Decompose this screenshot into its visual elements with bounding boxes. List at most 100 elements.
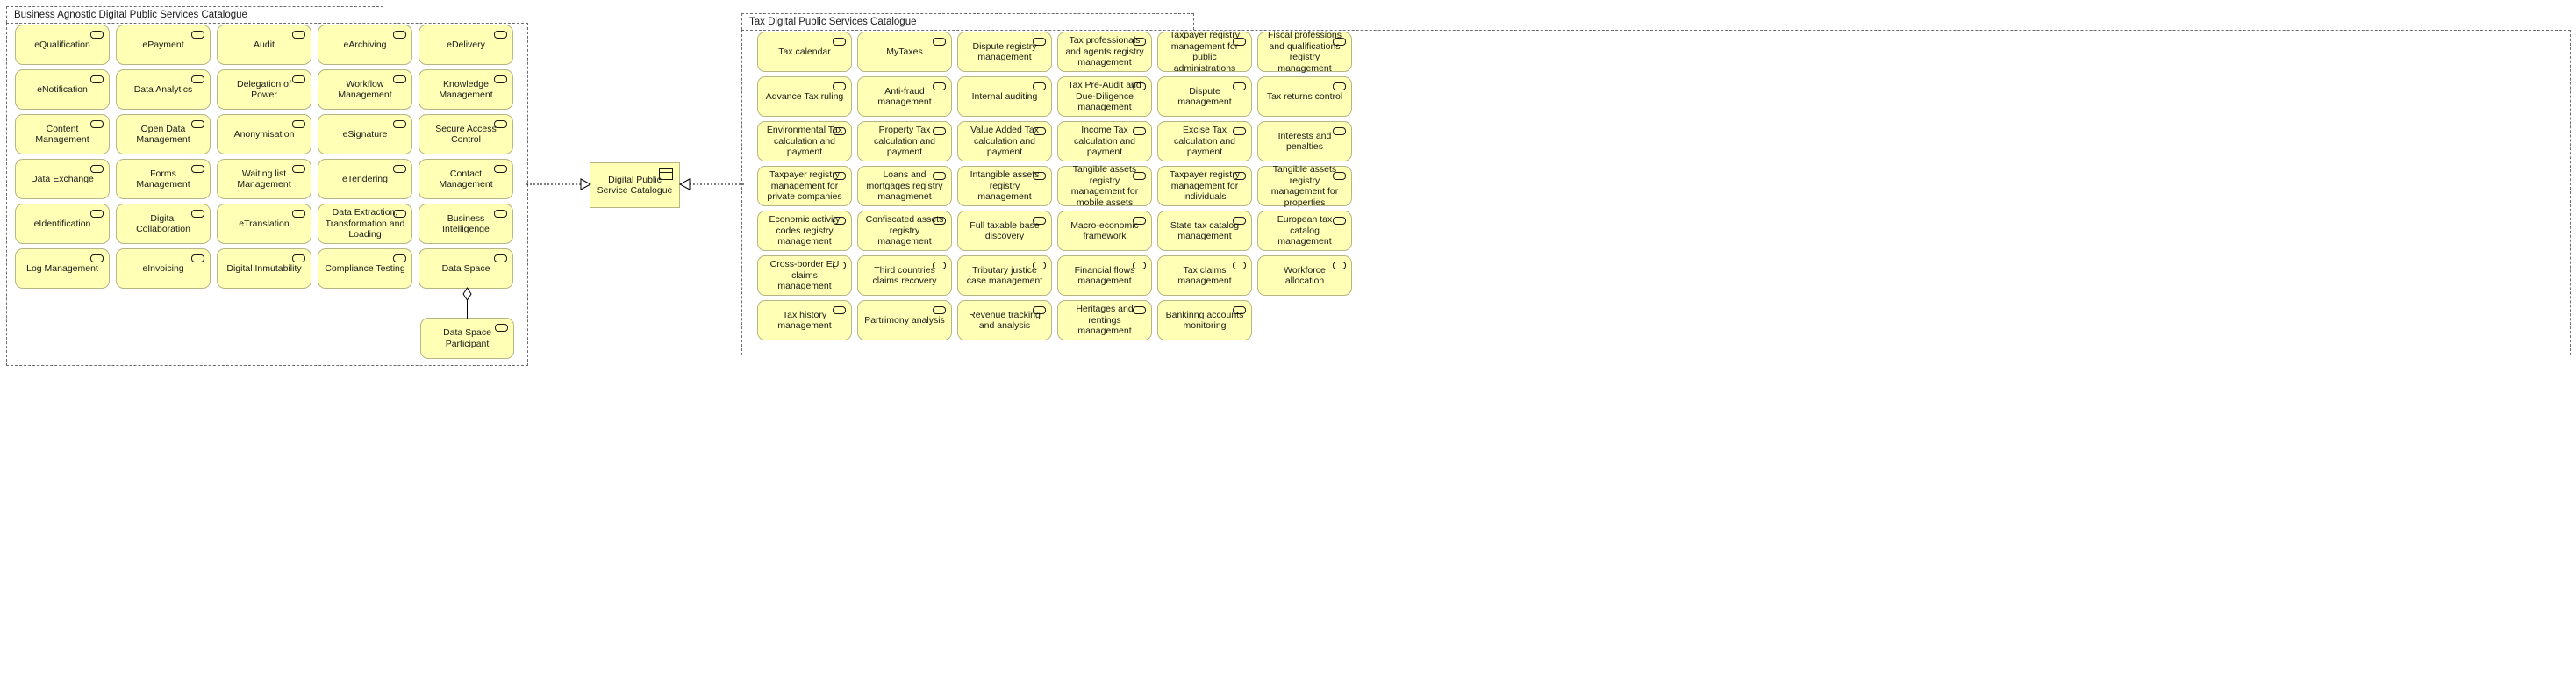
node-environmental-tax-calculation-and-payment[interactable]: Environmental Tax calculation and paymen… xyxy=(757,121,852,161)
node-anonymisation[interactable]: Anonymisation xyxy=(217,114,311,154)
node-etranslation[interactable]: eTranslation xyxy=(217,204,311,244)
node-knowledge-management[interactable]: Knowledge Management xyxy=(419,69,513,110)
node-business-intelligenge[interactable]: Business Intelligenge xyxy=(419,204,513,244)
node-data-space[interactable]: Data Space xyxy=(419,248,513,289)
node-taxpayer-registry-management-for-public-administrations[interactable]: Taxpayer registry management for public … xyxy=(1157,30,1252,74)
node-interests-and-penalties[interactable]: Interests and penalties xyxy=(1257,121,1352,161)
node-tax-history-management[interactable]: Tax history management xyxy=(757,300,852,340)
node-value-added-tax-calculation-and-payment[interactable]: Value Added Tax calculation and payment xyxy=(957,121,1052,161)
node-data-exchange[interactable]: Data Exchange xyxy=(15,159,110,199)
node-secure-access-control[interactable]: Secure Access Control xyxy=(419,114,513,154)
node-mytaxes[interactable]: MyTaxes xyxy=(857,32,952,72)
node-workflow-management[interactable]: Workflow Management xyxy=(318,69,412,110)
node-partrimony-analysis[interactable]: Partrimony analysis xyxy=(857,300,952,340)
application-service-icon xyxy=(933,306,946,314)
node-cross-border-eu-claims-management[interactable]: Cross-border EU claims management xyxy=(757,255,852,296)
application-service-icon xyxy=(393,31,406,39)
node-tax-calendar[interactable]: Tax calendar xyxy=(757,32,852,72)
node-audit[interactable]: Audit xyxy=(217,25,311,65)
node-property-tax-calculation-and-payment[interactable]: Property Tax calculation and payment xyxy=(857,121,952,161)
node-data-extraction-transformation-and-loading[interactable]: Data Extraction, Transformation and Load… xyxy=(318,204,412,244)
node-label: Data Exchange xyxy=(31,173,94,184)
node-heritages-and-rentings-management[interactable]: Heritages and rentings management xyxy=(1057,300,1152,340)
node-advance-tax-ruling[interactable]: Advance Tax ruling xyxy=(757,76,852,117)
node-financial-flows-management[interactable]: Financial flows management xyxy=(1057,255,1152,296)
node-label: eIdentification xyxy=(33,218,91,229)
node-eidentification[interactable]: eIdentification xyxy=(15,204,110,244)
node-data-space-participant[interactable]: Data Space Participant xyxy=(420,318,514,359)
application-service-icon xyxy=(90,75,104,83)
application-service-icon xyxy=(833,172,846,180)
application-service-icon xyxy=(90,210,104,218)
node-digital-inmutability[interactable]: Digital Inmutability xyxy=(217,248,311,289)
node-taxpayer-registry-management-for-private-companies[interactable]: Taxpayer registry management for private… xyxy=(757,166,852,206)
node-contact-management[interactable]: Contact Management xyxy=(419,159,513,199)
node-european-tax-catalog-management[interactable]: European tax catalog management xyxy=(1257,211,1352,251)
application-service-icon xyxy=(393,75,406,83)
node-equalification[interactable]: eQualification xyxy=(15,25,110,65)
node-internal-auditing[interactable]: Internal auditing xyxy=(957,76,1052,117)
node-tax-pre-audit-and-due-diligence-management[interactable]: Tax Pre-Audit and Due-Diligence manageme… xyxy=(1057,76,1152,117)
node-fiscal-professions-and-qualifications-registry-management[interactable]: Fiscal professions and qualifications re… xyxy=(1257,30,1352,74)
node-data-analytics[interactable]: Data Analytics xyxy=(116,69,211,110)
node-economic-activity-codes-registry-management[interactable]: Economic activity codes registry managem… xyxy=(757,211,852,251)
node-forms-management[interactable]: Forms Management xyxy=(116,159,211,199)
application-service-icon xyxy=(833,306,846,314)
node-third-countries-claims-recovery[interactable]: Third countries claims recovery xyxy=(857,255,952,296)
node-compliance-testing[interactable]: Compliance Testing xyxy=(318,248,412,289)
application-service-icon xyxy=(833,217,846,225)
application-service-icon xyxy=(191,75,204,83)
node-tax-professionals-and-agents-registry-management[interactable]: Tax professionals and agents registry ma… xyxy=(1057,32,1152,72)
node-revenue-tracking-and-analysis[interactable]: Revenue tracking and analysis xyxy=(957,300,1052,340)
application-service-icon xyxy=(90,31,104,39)
node-income-tax-calculation-and-payment[interactable]: Income Tax calculation and payment xyxy=(1057,121,1152,161)
node-esignature[interactable]: eSignature xyxy=(318,114,412,154)
application-service-icon xyxy=(494,254,507,262)
node-waiting-list-management[interactable]: Waiting list Management xyxy=(217,159,311,199)
node-earchiving[interactable]: eArchiving xyxy=(318,25,412,65)
application-service-icon xyxy=(1233,38,1246,46)
node-full-taxable-base-discovery[interactable]: Full taxable base discovery xyxy=(957,211,1052,251)
application-service-icon xyxy=(833,262,846,269)
node-state-tax-catalog-management[interactable]: State tax catalog management xyxy=(1157,211,1252,251)
node-excise-tax-calculation-and-payment[interactable]: Excise Tax calculation and payment xyxy=(1157,121,1252,161)
node-intangible-assets-registry-management[interactable]: Intangible assets registry management xyxy=(957,166,1052,206)
node-digital-public-service-catalogue[interactable]: Digital Public Service Catalogue xyxy=(590,162,680,208)
node-log-management[interactable]: Log Management xyxy=(15,248,110,289)
node-loans-and-mortgages-registry-managmenet[interactable]: Loans and mortgages registry managmenet xyxy=(857,166,952,206)
node-label: Advance Tax ruling xyxy=(765,90,844,102)
node-label: Data Space xyxy=(441,262,490,274)
node-tax-claims-management[interactable]: Tax claims management xyxy=(1157,255,1252,296)
node-dispute-management[interactable]: Dispute management xyxy=(1157,76,1252,117)
node-epayment[interactable]: ePayment xyxy=(116,25,211,65)
node-digital-collaboration[interactable]: Digital Collaboration xyxy=(116,204,211,244)
application-service-icon xyxy=(494,75,507,83)
application-service-icon xyxy=(1033,127,1046,135)
node-content-management[interactable]: Content Management xyxy=(15,114,110,154)
node-taxpayer-registry-management-for-individuals[interactable]: Taxpayer registry management for individ… xyxy=(1157,166,1252,206)
application-service-icon xyxy=(1033,262,1046,269)
node-anti-fraud-management[interactable]: Anti-fraud management xyxy=(857,76,952,117)
application-service-icon xyxy=(1233,82,1246,90)
node-macro-economic-framework[interactable]: Macro-economic framework xyxy=(1057,211,1152,251)
node-confiscated-assets-registry-management[interactable]: Confiscated assets registry management xyxy=(857,211,952,251)
node-etendering[interactable]: eTendering xyxy=(318,159,412,199)
node-einvoicing[interactable]: eInvoicing xyxy=(116,248,211,289)
node-enotification[interactable]: eNotification xyxy=(15,69,110,110)
application-service-icon xyxy=(1333,217,1346,225)
application-service-icon xyxy=(933,262,946,269)
node-open-data-management[interactable]: Open Data Management xyxy=(116,114,211,154)
node-edelivery[interactable]: eDelivery xyxy=(419,25,513,65)
node-tributary-justice-case-management[interactable]: Tributary justice case management xyxy=(957,255,1052,296)
node-tangible-assets-registry-management-for-mobile-assets[interactable]: Tangible assets registry management for … xyxy=(1057,164,1152,208)
application-service-icon xyxy=(393,254,406,262)
node-dispute-registry-management[interactable]: Dispute registry management xyxy=(957,32,1052,72)
node-delegation-of-power[interactable]: Delegation of Power xyxy=(217,69,311,110)
node-workforce-allocation[interactable]: Workforce allocation xyxy=(1257,255,1352,296)
node-tangible-assets-registry-management-for-properties[interactable]: Tangible assets registry management for … xyxy=(1257,164,1352,208)
node-tax-returns-control[interactable]: Tax returns control xyxy=(1257,76,1352,117)
application-service-icon xyxy=(1133,127,1146,135)
node-label: Data Analytics xyxy=(133,83,193,95)
node-bankinng-accounts-monitoring[interactable]: Bankinng accounts monitoring xyxy=(1157,300,1252,340)
node-label: Log Management xyxy=(26,262,98,274)
